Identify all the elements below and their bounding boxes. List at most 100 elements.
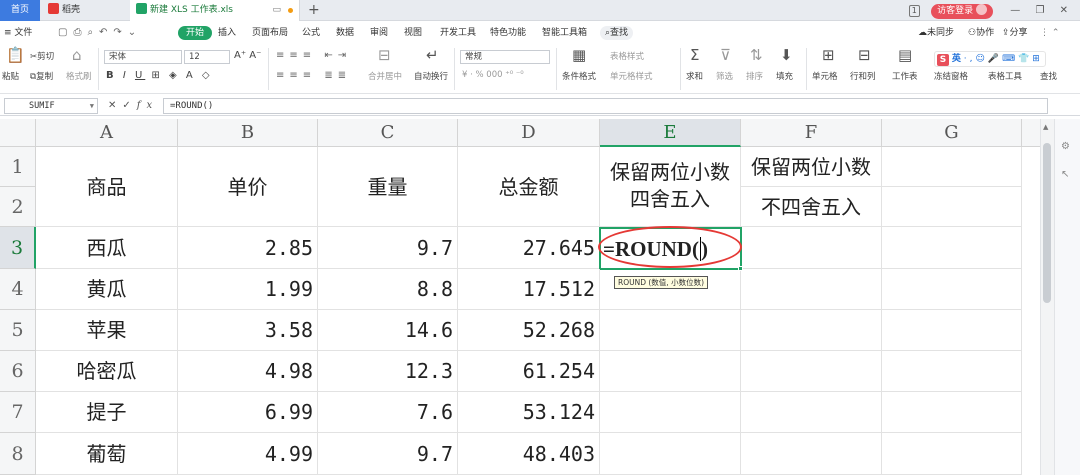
row-header-2[interactable]: 2 [0, 187, 36, 227]
menu-view[interactable]: 视图 [404, 22, 422, 44]
ime-toolbar[interactable]: S 英 ·,☺🎤⌨👕⊞ [934, 51, 1046, 67]
cell-d5[interactable]: 52.268 [458, 310, 600, 351]
cell-g7[interactable] [882, 392, 1022, 433]
underline-button[interactable]: U [135, 70, 145, 81]
new-tab-button[interactable]: + [308, 0, 320, 20]
table-style-button[interactable]: 表格样式 [610, 50, 644, 62]
cell-e7[interactable] [600, 392, 741, 433]
cell-d4[interactable]: 17.512 [458, 269, 600, 310]
cell-a3[interactable]: 西瓜 [36, 227, 178, 269]
cell-f1[interactable]: 保留两位小数 [741, 147, 882, 187]
font-size-buttons[interactable]: A⁺ A⁻ [234, 50, 261, 61]
menu-developer[interactable]: 开发工具 [440, 22, 476, 44]
row-header-8[interactable]: 8 [0, 433, 36, 475]
fill-icon[interactable]: ⬇ [780, 46, 793, 64]
cell-g6[interactable] [882, 351, 1022, 392]
cell-f5[interactable] [741, 310, 882, 351]
cell-c5[interactable]: 14.6 [318, 310, 458, 351]
column-header-a[interactable]: A [36, 119, 178, 147]
align-buttons-bottom[interactable]: ≡≡≡ ≣≣ [276, 70, 351, 81]
cell-e5[interactable] [600, 310, 741, 351]
cell-c3[interactable]: 9.7 [318, 227, 458, 269]
column-header-c[interactable]: C [318, 119, 458, 147]
cell-b4[interactable]: 1.99 [178, 269, 318, 310]
cell-d8[interactable]: 48.403 [458, 433, 600, 475]
settings-slider-icon[interactable]: ⚙ [1061, 141, 1070, 152]
menu-features[interactable]: 特色功能 [490, 22, 526, 44]
format-painter-icon[interactable]: ⌂ [72, 46, 82, 64]
column-header-d[interactable]: D [458, 119, 600, 147]
cell-g4[interactable] [882, 269, 1022, 310]
filter-button[interactable]: 筛选 [716, 70, 733, 82]
cond-format-icon[interactable]: ▦ [572, 46, 586, 64]
font-size-select[interactable]: 12 [184, 50, 230, 64]
row-header-3[interactable]: 3 [0, 227, 36, 269]
menu-share[interactable]: ⇪分享 [1002, 22, 1028, 44]
cell-f7[interactable] [741, 392, 882, 433]
cancel-icon[interactable]: ✕ [108, 100, 122, 111]
name-box[interactable]: SUMIF ▼ [4, 98, 98, 114]
cell-f3[interactable] [741, 227, 882, 269]
cell-f4[interactable] [741, 269, 882, 310]
menu-collaborate[interactable]: ⚇协作 [968, 22, 994, 44]
cell-g8[interactable] [882, 433, 1022, 475]
sort-button[interactable]: 排序 [746, 70, 763, 82]
minimize-button[interactable]: — [1010, 2, 1020, 19]
cell-e6[interactable] [600, 351, 741, 392]
bold-button[interactable]: B [106, 70, 117, 81]
format-painter-button[interactable]: 格式刷 [66, 70, 92, 82]
cell-c6[interactable]: 12.3 [318, 351, 458, 392]
column-header-g[interactable]: G [882, 119, 1022, 147]
wrap-text-button[interactable]: 自动换行 [414, 70, 448, 82]
column-header-e[interactable]: E [600, 119, 741, 147]
cell-b1[interactable]: 单价 [178, 147, 318, 227]
column-header-f[interactable]: F [741, 119, 882, 147]
cell-b5[interactable]: 3.58 [178, 310, 318, 351]
menu-data[interactable]: 数据 [336, 22, 354, 44]
row-header-5[interactable]: 5 [0, 310, 36, 351]
fill-button[interactable]: 填充 [776, 70, 793, 82]
cell-c8[interactable]: 9.7 [318, 433, 458, 475]
confirm-icon[interactable]: ✓ [122, 100, 136, 111]
find-button[interactable]: 查找 [1040, 70, 1057, 82]
cell-e8[interactable] [600, 433, 741, 475]
visitor-login-button[interactable]: 访客登录 [931, 4, 994, 19]
cell-style-button[interactable]: 单元格样式 [610, 70, 653, 82]
align-buttons-top[interactable]: ≡≡≡ ⇤⇥ [276, 50, 351, 61]
menu-sync-status[interactable]: ☁未同步 [918, 22, 954, 44]
menu-file[interactable]: ≡ 文件 [4, 22, 32, 44]
sort-icon[interactable]: ⇅ [750, 46, 763, 64]
cell-a6[interactable]: 哈密瓜 [36, 351, 178, 392]
select-all-corner[interactable] [0, 119, 36, 147]
cell-b3[interactable]: 2.85 [178, 227, 318, 269]
column-header-b[interactable]: B [178, 119, 318, 147]
cell-f8[interactable] [741, 433, 882, 475]
cell-f2[interactable]: 不四舍五入 [741, 187, 882, 227]
number-format-select[interactable]: 常规 [460, 50, 550, 64]
close-button[interactable]: ✕ [1060, 2, 1068, 19]
menu-page-layout[interactable]: 页面布局 [252, 22, 288, 44]
cell-d1[interactable]: 总金额 [458, 147, 600, 227]
cell-b6[interactable]: 4.98 [178, 351, 318, 392]
cell-c7[interactable]: 7.6 [318, 392, 458, 433]
pointer-icon[interactable]: ↖ [1061, 169, 1069, 180]
cell-a5[interactable]: 苹果 [36, 310, 178, 351]
currency-buttons[interactable]: ¥ · % 000 ⁺⁰ ⁻⁰ [462, 70, 524, 80]
page-indicator[interactable]: 1 [908, 5, 920, 17]
tab-home[interactable]: 首页 [0, 0, 40, 21]
tab-workbook[interactable]: 新建 XLS 工作表.xls ▭ [130, 0, 300, 21]
scroll-up-icon[interactable]: ▲ [1043, 123, 1048, 131]
cell-d7[interactable]: 53.124 [458, 392, 600, 433]
cell-f6[interactable] [741, 351, 882, 392]
cell-g5[interactable] [882, 310, 1022, 351]
row-header-7[interactable]: 7 [0, 392, 36, 433]
table-tools-button[interactable]: 表格工具 [988, 70, 1022, 82]
quick-access-toolbar[interactable]: ▢⎙⌕↶↷⌄ [58, 22, 142, 44]
more-menu-icon[interactable]: ⋮ ⌃ [1040, 22, 1059, 44]
filter-icon[interactable]: ⊽ [720, 46, 731, 64]
font-style-buttons[interactable]: B I U ⊞ ◈ A ◇ [106, 70, 213, 81]
cell-e1[interactable]: 保留两位小数 四舍五入 [600, 147, 741, 227]
paste-icon[interactable]: 📋 [6, 46, 25, 64]
cell-c1[interactable]: 重量 [318, 147, 458, 227]
copy-button[interactable]: ⧉复制 [30, 70, 53, 82]
